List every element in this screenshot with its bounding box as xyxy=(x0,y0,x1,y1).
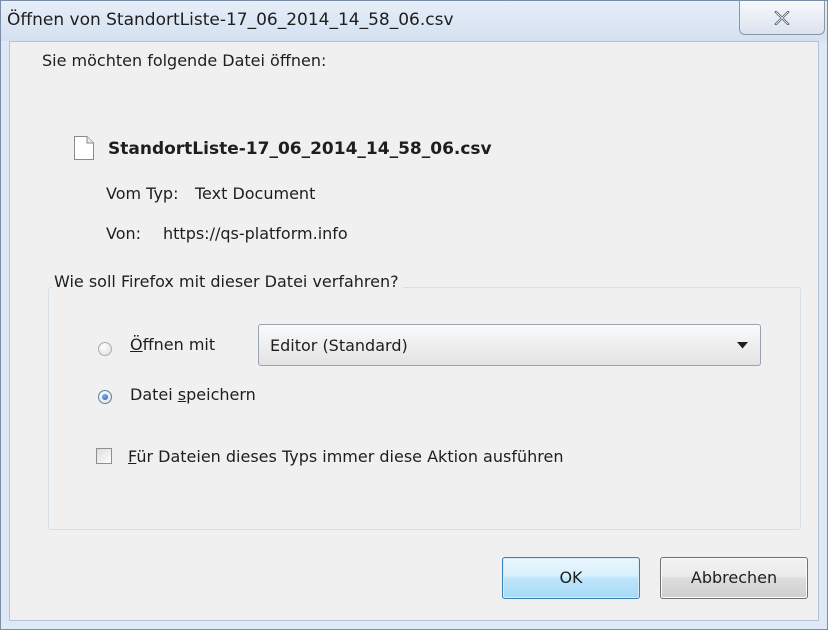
save-file-mnemonic: s xyxy=(177,385,187,404)
close-button[interactable] xyxy=(739,1,825,35)
window-title: Öffnen von StandortListe-17_06_2014_14_5… xyxy=(7,10,454,30)
file-source-value: https://qs-platform.info xyxy=(163,224,348,243)
always-do-this-label-rest: ür Dateien dieses Typs immer diese Aktio… xyxy=(136,447,564,466)
application-select[interactable]: Editor (Standard) xyxy=(258,324,761,366)
intro-text: Sie möchten folgende Datei öffnen: xyxy=(42,51,327,70)
application-select-value: Editor (Standard) xyxy=(270,336,408,355)
save-file-label-rest: peichern xyxy=(186,385,256,404)
chevron-down-icon xyxy=(737,342,748,349)
cancel-button[interactable]: Abbrechen xyxy=(660,557,808,599)
file-type-value: Text Document xyxy=(195,184,316,203)
file-type-label: Vom Typ: xyxy=(106,184,179,203)
open-with-mnemonic: Ö xyxy=(130,335,143,354)
file-name: StandortListe-17_06_2014_14_58_06.csv xyxy=(108,139,492,159)
ok-button[interactable]: OK xyxy=(502,557,640,599)
open-with-label-rest: ffnen mit xyxy=(142,335,216,354)
save-file-label-pre: Datei xyxy=(130,385,178,404)
open-with-radio[interactable] xyxy=(98,342,112,356)
always-do-this-checkbox[interactable] xyxy=(96,448,112,464)
file-source-label: Von: xyxy=(106,224,142,243)
always-do-this-label[interactable]: Für Dateien dieses Typs immer diese Akti… xyxy=(128,447,563,466)
document-icon xyxy=(74,136,94,160)
action-group-legend: Wie soll Firefox mit dieser Datei verfah… xyxy=(52,272,403,291)
radio-selected-dot xyxy=(102,394,108,400)
save-file-radio[interactable] xyxy=(98,390,112,404)
close-icon xyxy=(774,11,790,25)
open-with-label[interactable]: Öffnen mit xyxy=(130,335,215,354)
save-file-label[interactable]: Datei speichern xyxy=(130,385,256,404)
title-bar[interactable]: Öffnen von StandortListe-17_06_2014_14_5… xyxy=(1,1,827,41)
